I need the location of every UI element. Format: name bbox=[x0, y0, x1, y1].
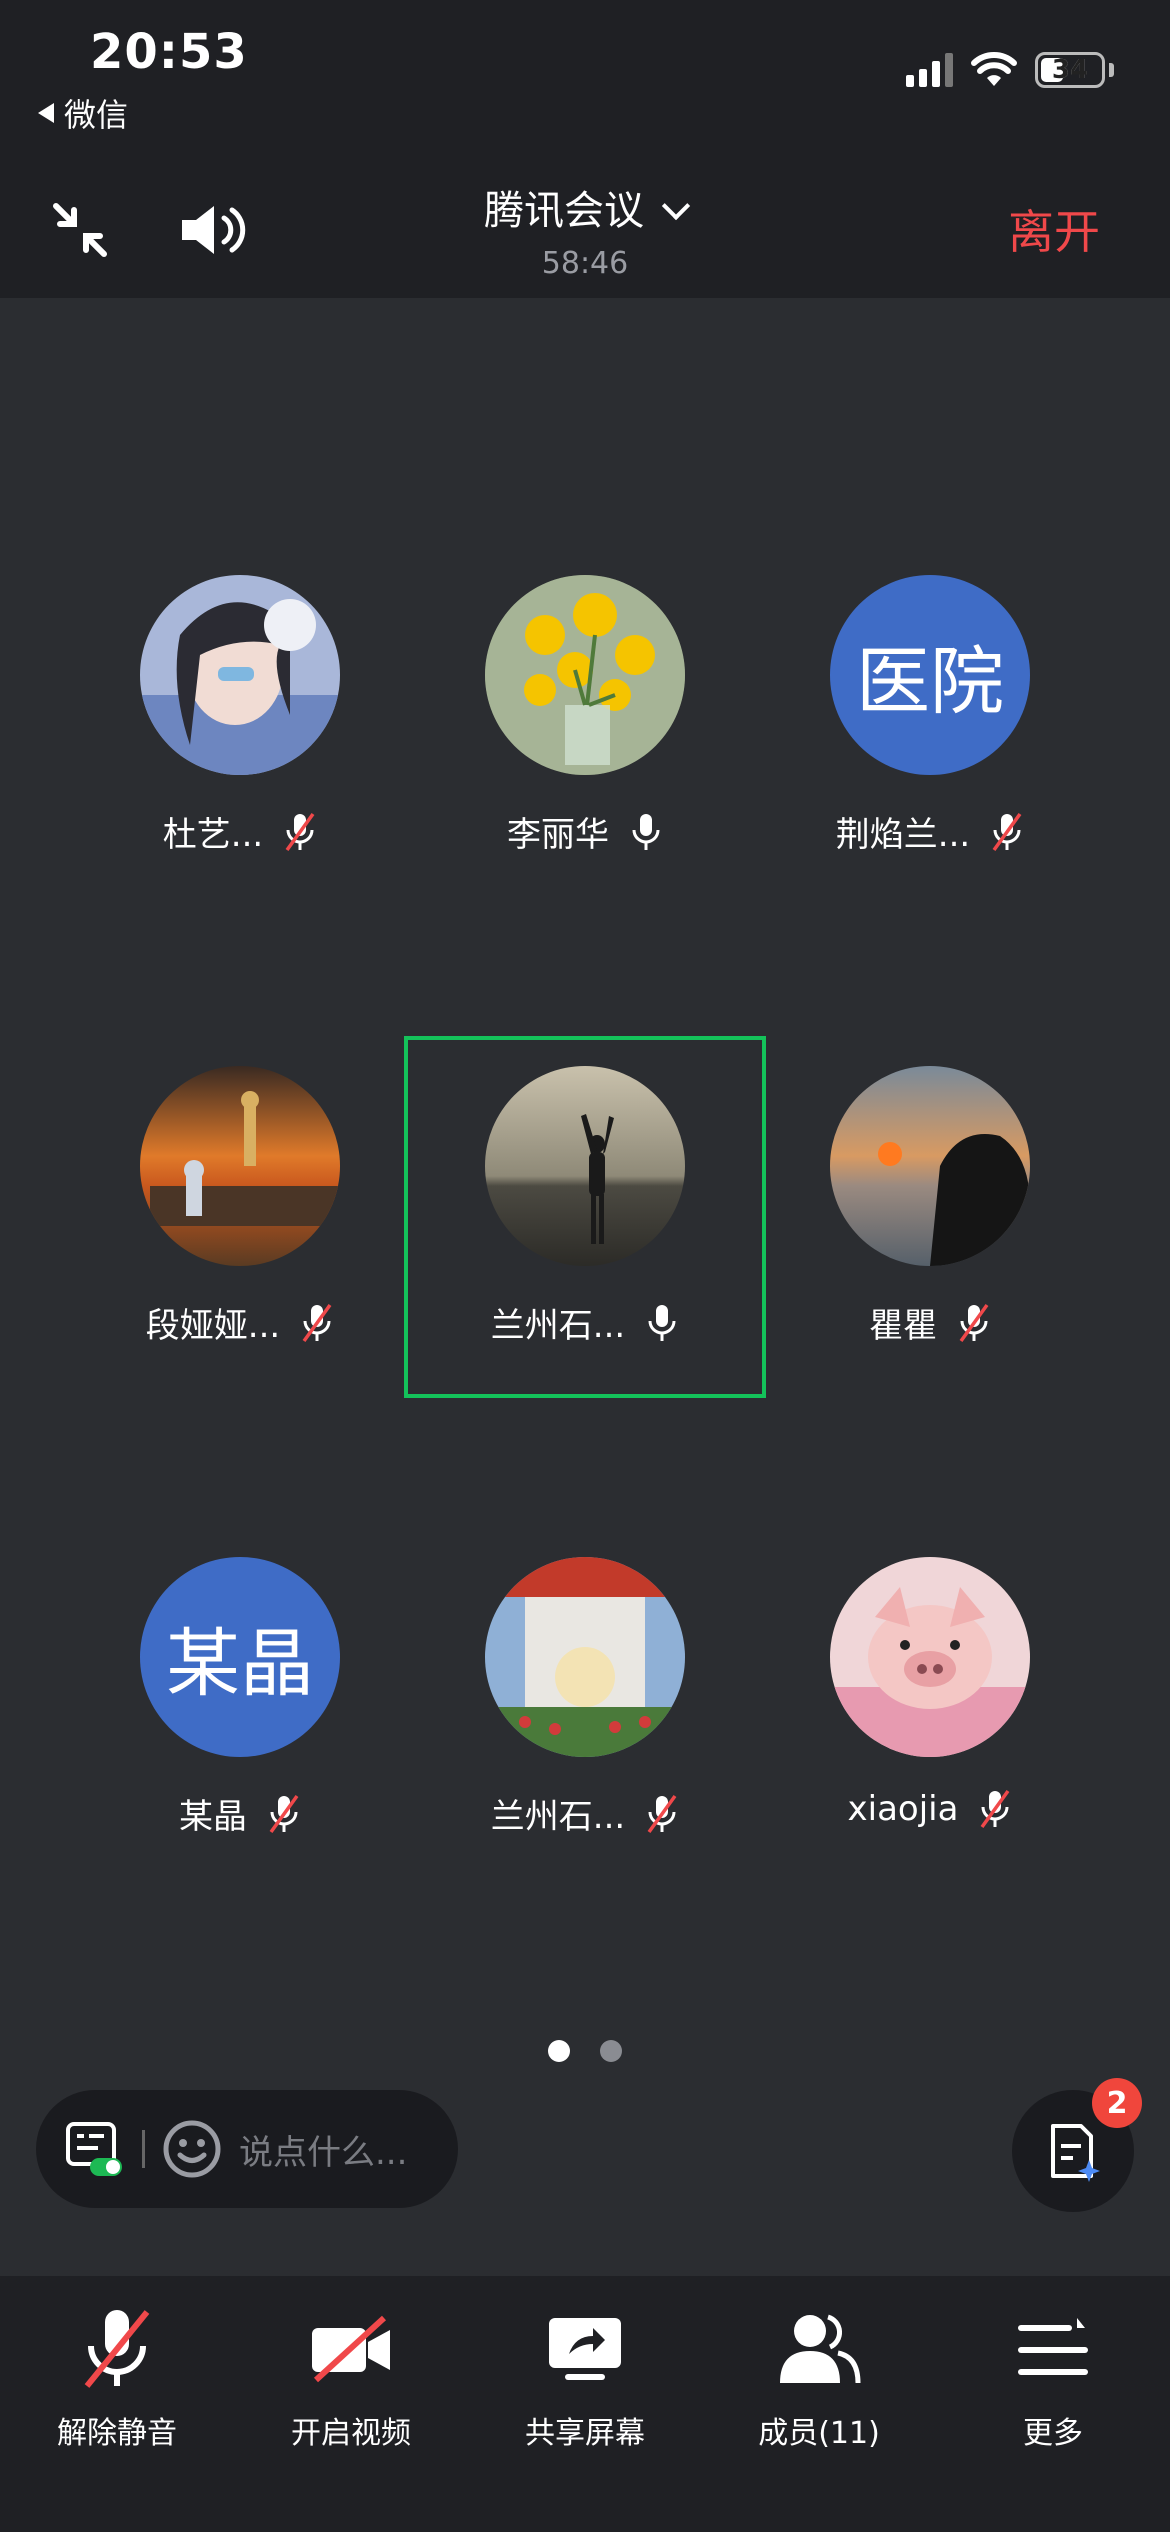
mic-muted-icon bbox=[981, 1789, 1010, 1829]
mic-muted-icon bbox=[992, 812, 1022, 851]
participant-name-row: 荆焰兰... bbox=[755, 807, 1105, 856]
back-to-app-link[interactable]: 微信 bbox=[38, 90, 128, 136]
participant-tile[interactable]: 兰州石... bbox=[410, 1527, 760, 1887]
participant-name-row: 杜艺... bbox=[65, 807, 415, 856]
battery-tip bbox=[1109, 63, 1114, 77]
participant-tile[interactable]: 某晶 某晶 bbox=[65, 1527, 415, 1887]
members-button[interactable]: 成员(11) bbox=[702, 2276, 936, 2476]
share-screen-label: 共享屏幕 bbox=[525, 2416, 645, 2451]
bottom-toolbar: 解除静音 开启视频 共享屏幕 成员(11) 更多 bbox=[0, 2276, 1170, 2532]
notes-button[interactable]: 2 bbox=[1012, 2078, 1142, 2212]
participant-name-row: 段娅娅... bbox=[65, 1298, 415, 1347]
page-dot-1[interactable] bbox=[548, 2040, 570, 2062]
mic-on-icon bbox=[632, 813, 660, 850]
meeting-title: 腾讯会议 bbox=[484, 188, 644, 234]
avatar bbox=[140, 1066, 340, 1266]
active-speaker-highlight bbox=[404, 1036, 766, 1398]
battery-level: 34 bbox=[1051, 55, 1089, 85]
participant-name-row: 某晶 bbox=[65, 1789, 415, 1838]
mic-muted-icon bbox=[959, 1303, 989, 1342]
chevron-down-icon bbox=[661, 191, 691, 221]
more-label: 更多 bbox=[1023, 2416, 1083, 2451]
avatar bbox=[485, 1557, 685, 1757]
participant-name-row: 瞿瞿 bbox=[755, 1298, 1105, 1347]
avatar-text: 某晶 bbox=[140, 1557, 340, 1757]
participant-name-row: 李丽华 bbox=[410, 807, 760, 856]
status-time: 20:53 bbox=[90, 24, 248, 80]
chat-input-bar[interactable]: 说点什么... bbox=[36, 2090, 458, 2208]
participant-name-row: 兰州石... bbox=[410, 1789, 760, 1838]
unmute-button[interactable]: 解除静音 bbox=[0, 2276, 234, 2476]
participant-tile[interactable]: 瞿瞿 bbox=[755, 1036, 1105, 1396]
participant-name: 荆焰兰... bbox=[835, 815, 971, 855]
participant-name-row: xiaojia bbox=[755, 1789, 1105, 1829]
share-screen-button[interactable]: 共享屏幕 bbox=[468, 2276, 702, 2476]
participant-name: 兰州石... bbox=[490, 1797, 626, 1837]
video-off-icon bbox=[312, 2315, 390, 2383]
page-dot-2[interactable] bbox=[600, 2040, 622, 2062]
back-triangle-icon bbox=[38, 103, 54, 123]
participant-tile[interactable]: 李丽华 bbox=[410, 545, 760, 905]
start-video-label: 开启视频 bbox=[291, 2416, 411, 2451]
members-icon bbox=[780, 2314, 861, 2384]
chat-placeholder: 说点什么... bbox=[239, 2132, 408, 2173]
emoji-icon[interactable] bbox=[161, 2118, 223, 2180]
avatar bbox=[830, 1066, 1030, 1266]
mic-muted-icon bbox=[647, 1794, 677, 1833]
chat-settings-icon[interactable] bbox=[64, 2118, 126, 2180]
mic-muted-icon bbox=[269, 1794, 299, 1833]
participant-tile[interactable]: xiaojia bbox=[755, 1527, 1105, 1887]
share-screen-icon bbox=[549, 2318, 621, 2380]
participant-name: xiaojia bbox=[847, 1789, 959, 1829]
page-indicator[interactable] bbox=[0, 2040, 1170, 2062]
participant-name: 瞿瞿 bbox=[869, 1306, 937, 1346]
participant-name: 杜艺... bbox=[162, 815, 264, 855]
participant-name: 李丽华 bbox=[507, 815, 609, 855]
mic-muted-icon bbox=[285, 812, 315, 851]
document-ai-icon bbox=[1051, 2124, 1100, 2182]
leave-button[interactable]: 离开 bbox=[1008, 196, 1100, 262]
more-button[interactable]: 更多 bbox=[936, 2276, 1170, 2476]
start-video-button[interactable]: 开启视频 bbox=[234, 2276, 468, 2476]
wifi-icon bbox=[971, 52, 1017, 86]
meeting-timer: 58:46 bbox=[541, 246, 629, 281]
mic-muted-icon bbox=[302, 1303, 332, 1342]
top-bar: 20:53 微信 34 腾讯会议 58:46 离开 bbox=[0, 0, 1170, 298]
status-icons: 34 bbox=[906, 52, 1114, 88]
battery-icon: 34 bbox=[1035, 52, 1105, 88]
mic-muted-icon bbox=[84, 2310, 150, 2388]
avatar bbox=[830, 1557, 1030, 1757]
divider bbox=[142, 2130, 145, 2168]
meeting-screen: 20:53 微信 34 腾讯会议 58:46 离开 杜艺... 李丽华 医院 荆… bbox=[0, 0, 1170, 2532]
participant-name: 段娅娅... bbox=[145, 1306, 281, 1346]
meeting-title-dropdown[interactable]: 腾讯会议 bbox=[0, 178, 1170, 236]
notes-badge: 2 bbox=[1092, 2078, 1142, 2128]
members-label: 成员(11) bbox=[758, 2416, 880, 2451]
unmute-label: 解除静音 bbox=[57, 2416, 177, 2451]
back-app-label: 微信 bbox=[64, 96, 129, 134]
participant-name: 某晶 bbox=[179, 1797, 247, 1837]
participant-tile[interactable]: 医院 荆焰兰... bbox=[755, 545, 1105, 905]
avatar bbox=[140, 575, 340, 775]
participant-tile[interactable]: 杜艺... bbox=[65, 545, 415, 905]
avatar-text: 医院 bbox=[830, 575, 1030, 775]
more-menu-icon bbox=[1018, 2318, 1088, 2375]
cellular-signal-icon bbox=[906, 53, 953, 87]
avatar bbox=[485, 575, 685, 775]
participant-tile[interactable]: 段娅娅... bbox=[65, 1036, 415, 1396]
